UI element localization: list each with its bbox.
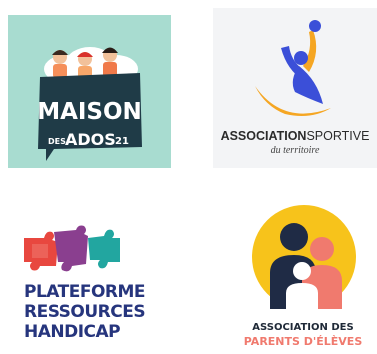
plateforme-line3: HANDICAP [24,322,121,342]
association-sportive-logo: ASSOCIATIONSPORTIVE du territoire [213,8,377,168]
maison-des-text: DES [48,137,66,146]
maison-ados-text: ADOS [65,130,116,149]
maison-title: MAISON [37,99,142,125]
sportive-word-bold: ASSOCIATION [220,129,307,143]
plateforme-line1: PLATEFORME [24,282,146,302]
maison-des-ados-logo: MAISON DES ADOS 21 [8,15,171,168]
parents-line1: ASSOCIATION DES [252,322,354,333]
parents-line2: PARENTS D'ÉLÈVES [243,335,363,348]
family-icon [252,205,356,309]
maison-number: 21 [115,136,129,147]
sportive-figure-icon [255,20,331,116]
sportive-title: ASSOCIATIONSPORTIVE [213,129,377,143]
puzzle-pieces-icon [24,225,120,272]
sportive-subtitle: du territoire [270,145,320,156]
plateforme-line2: RESSOURCES [24,302,146,322]
sportive-word-light: SPORTIVE [306,129,370,143]
plateforme-ressources-handicap-logo: PLATEFORME RESSOURCES HANDICAP [18,222,178,347]
association-parents-eleves-logo: ASSOCIATION DES PARENTS D'ÉLÈVES [238,205,368,350]
